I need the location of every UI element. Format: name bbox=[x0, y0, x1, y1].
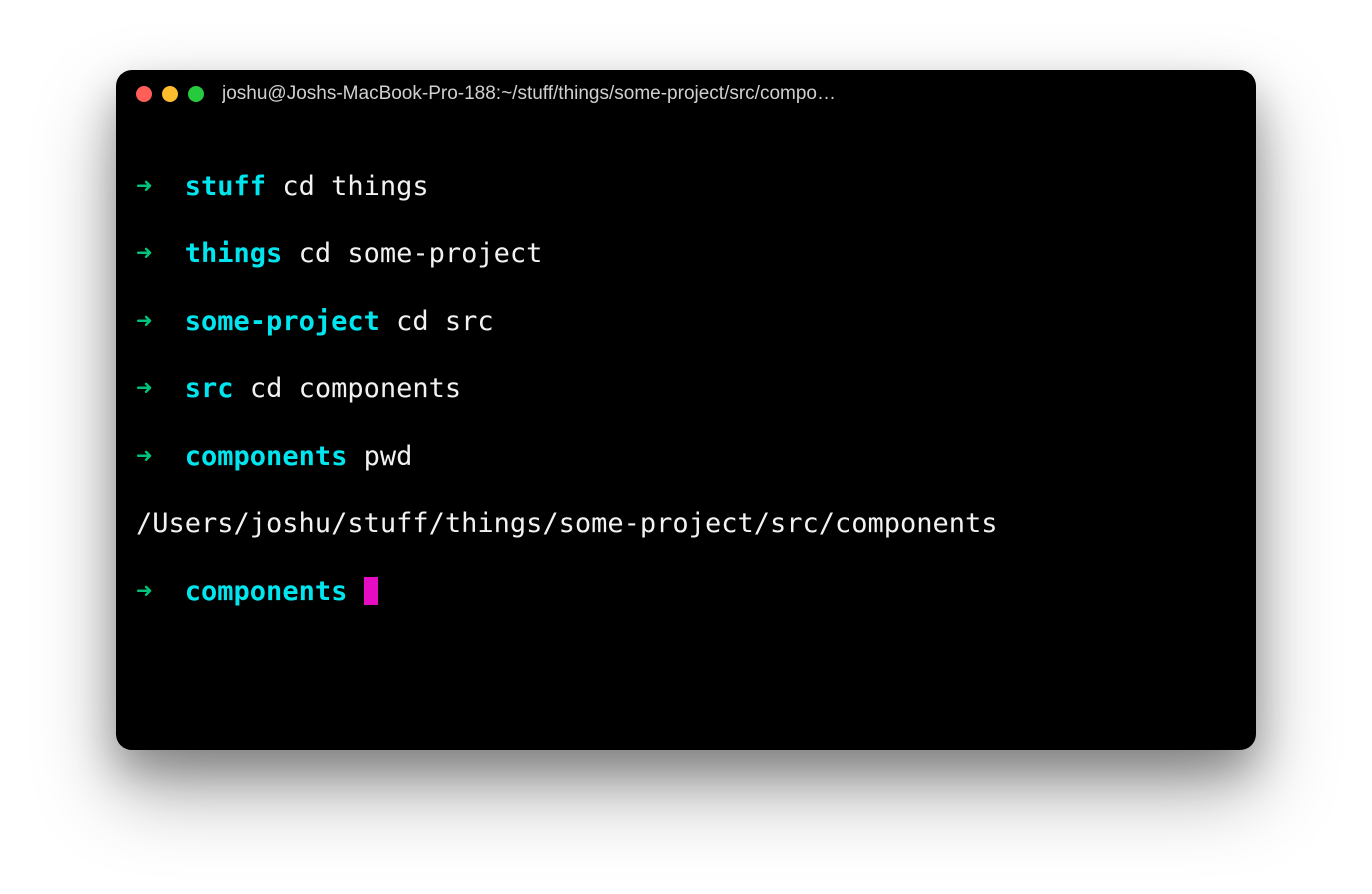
prompt-arrow-icon: ➜ bbox=[136, 373, 152, 404]
terminal-window: joshu@Joshs-MacBook-Pro-188:~/stuff/thin… bbox=[116, 70, 1256, 750]
prompt-line: ➜ components pwd bbox=[136, 440, 1236, 474]
cursor-icon bbox=[364, 577, 378, 605]
prompt-line: ➜ some-project cd src bbox=[136, 305, 1236, 339]
prompt-line: ➜ stuff cd things bbox=[136, 170, 1236, 204]
prompt-dir: src bbox=[185, 373, 234, 404]
prompt-arrow-icon: ➜ bbox=[136, 306, 152, 337]
prompt-arrow-icon: ➜ bbox=[136, 576, 152, 607]
command-text: cd src bbox=[396, 306, 494, 337]
prompt-dir: components bbox=[185, 576, 348, 607]
output-line: /Users/joshu/stuff/things/some-project/s… bbox=[136, 507, 1236, 541]
prompt-dir: things bbox=[185, 238, 283, 269]
window-title: joshu@Joshs-MacBook-Pro-188:~/stuff/thin… bbox=[222, 83, 1236, 105]
prompt-line-active: ➜ components bbox=[136, 575, 1236, 609]
prompt-dir: stuff bbox=[185, 171, 266, 202]
prompt-line: ➜ things cd some-project bbox=[136, 237, 1236, 271]
prompt-dir: components bbox=[185, 441, 348, 472]
minimize-icon[interactable] bbox=[162, 86, 178, 102]
traffic-lights bbox=[136, 86, 204, 102]
command-text: cd things bbox=[282, 171, 428, 202]
prompt-line: ➜ src cd components bbox=[136, 372, 1236, 406]
prompt-arrow-icon: ➜ bbox=[136, 238, 152, 269]
command-text: cd some-project bbox=[299, 238, 543, 269]
prompt-arrow-icon: ➜ bbox=[136, 171, 152, 202]
prompt-dir: some-project bbox=[185, 306, 380, 337]
prompt-arrow-icon: ➜ bbox=[136, 441, 152, 472]
maximize-icon[interactable] bbox=[188, 86, 204, 102]
close-icon[interactable] bbox=[136, 86, 152, 102]
title-bar: joshu@Joshs-MacBook-Pro-188:~/stuff/thin… bbox=[116, 70, 1256, 118]
command-text: pwd bbox=[364, 441, 413, 472]
command-text: cd components bbox=[250, 373, 461, 404]
terminal-body[interactable]: ➜ stuff cd things ➜ things cd some-proje… bbox=[116, 118, 1256, 750]
